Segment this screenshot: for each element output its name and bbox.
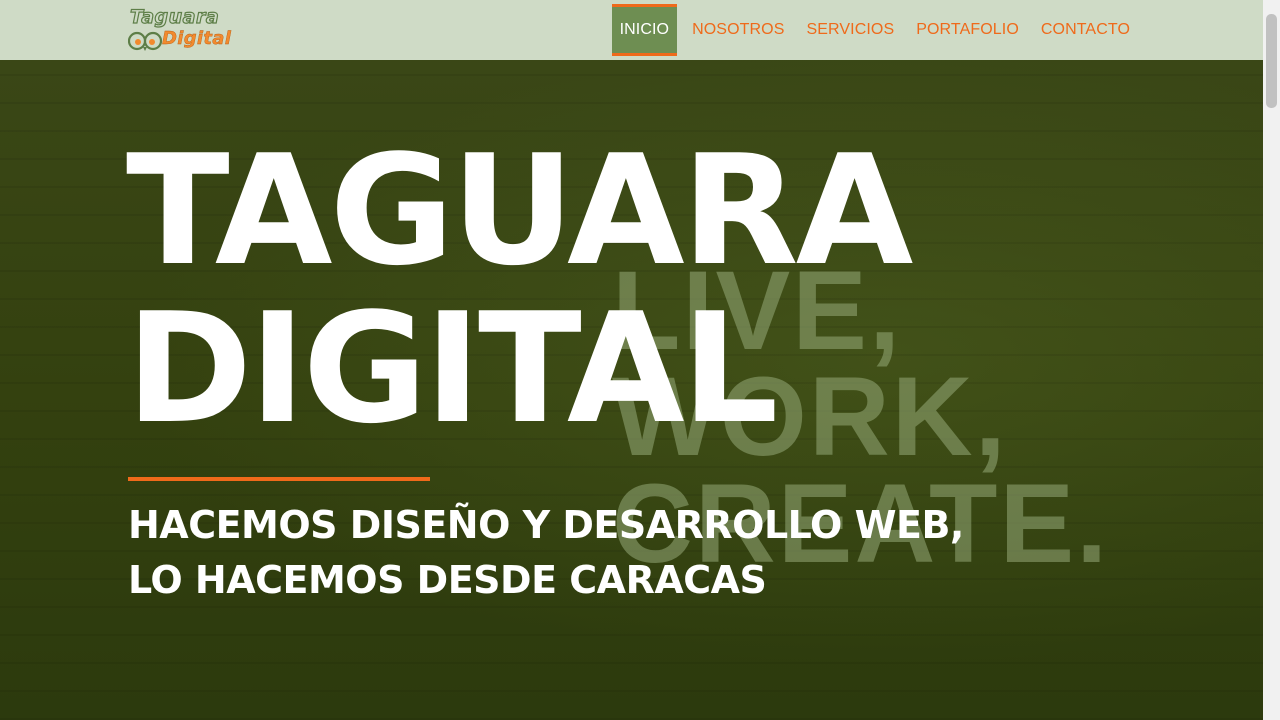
nav-item-servicios[interactable]: SERVICIOS [795, 0, 905, 60]
hero-subtitle-line-1: HACEMOS DISEÑO Y DESARROLLO WEB, [128, 503, 964, 547]
scrollbar-thumb[interactable] [1266, 14, 1277, 108]
hero-title-line-2: DIGITAL [126, 280, 778, 457]
main-nav: INICIO NOSOTROS SERVICIOS PORTAFOLIO CON… [611, 0, 1141, 60]
hero-subtitle-line-2: LO HACEMOS DESDE CARACAS [128, 558, 767, 602]
nav-item-portafolio[interactable]: PORTAFOLIO [905, 0, 1030, 60]
hero-section: LIVE, WORK, CREATE. TAGUARA DIGITAL HACE… [0, 60, 1263, 720]
hero-title: TAGUARA DIGITAL [126, 122, 913, 457]
nav-item-contacto[interactable]: CONTACTO [1030, 0, 1141, 60]
hero-subtitle: HACEMOS DISEÑO Y DESARROLLO WEB, LO HACE… [128, 498, 964, 608]
page: Taguara Digital INICIO NOSOTROS SERVICIO… [0, 0, 1280, 720]
vertical-scrollbar[interactable] [1263, 0, 1280, 720]
hero-title-line-1: TAGUARA [126, 122, 913, 299]
nav-item-inicio[interactable]: INICIO [611, 4, 678, 56]
site-logo[interactable]: Taguara Digital [128, 5, 232, 54]
hero-divider [128, 477, 430, 481]
top-navbar: Taguara Digital INICIO NOSOTROS SERVICIO… [0, 0, 1263, 60]
nav-item-nosotros[interactable]: NOSOTROS [681, 0, 795, 60]
owl-eyes-icon [128, 31, 162, 51]
logo-text-taguara: Taguara [129, 5, 220, 28]
logo-text-digital: Digital [162, 28, 232, 49]
